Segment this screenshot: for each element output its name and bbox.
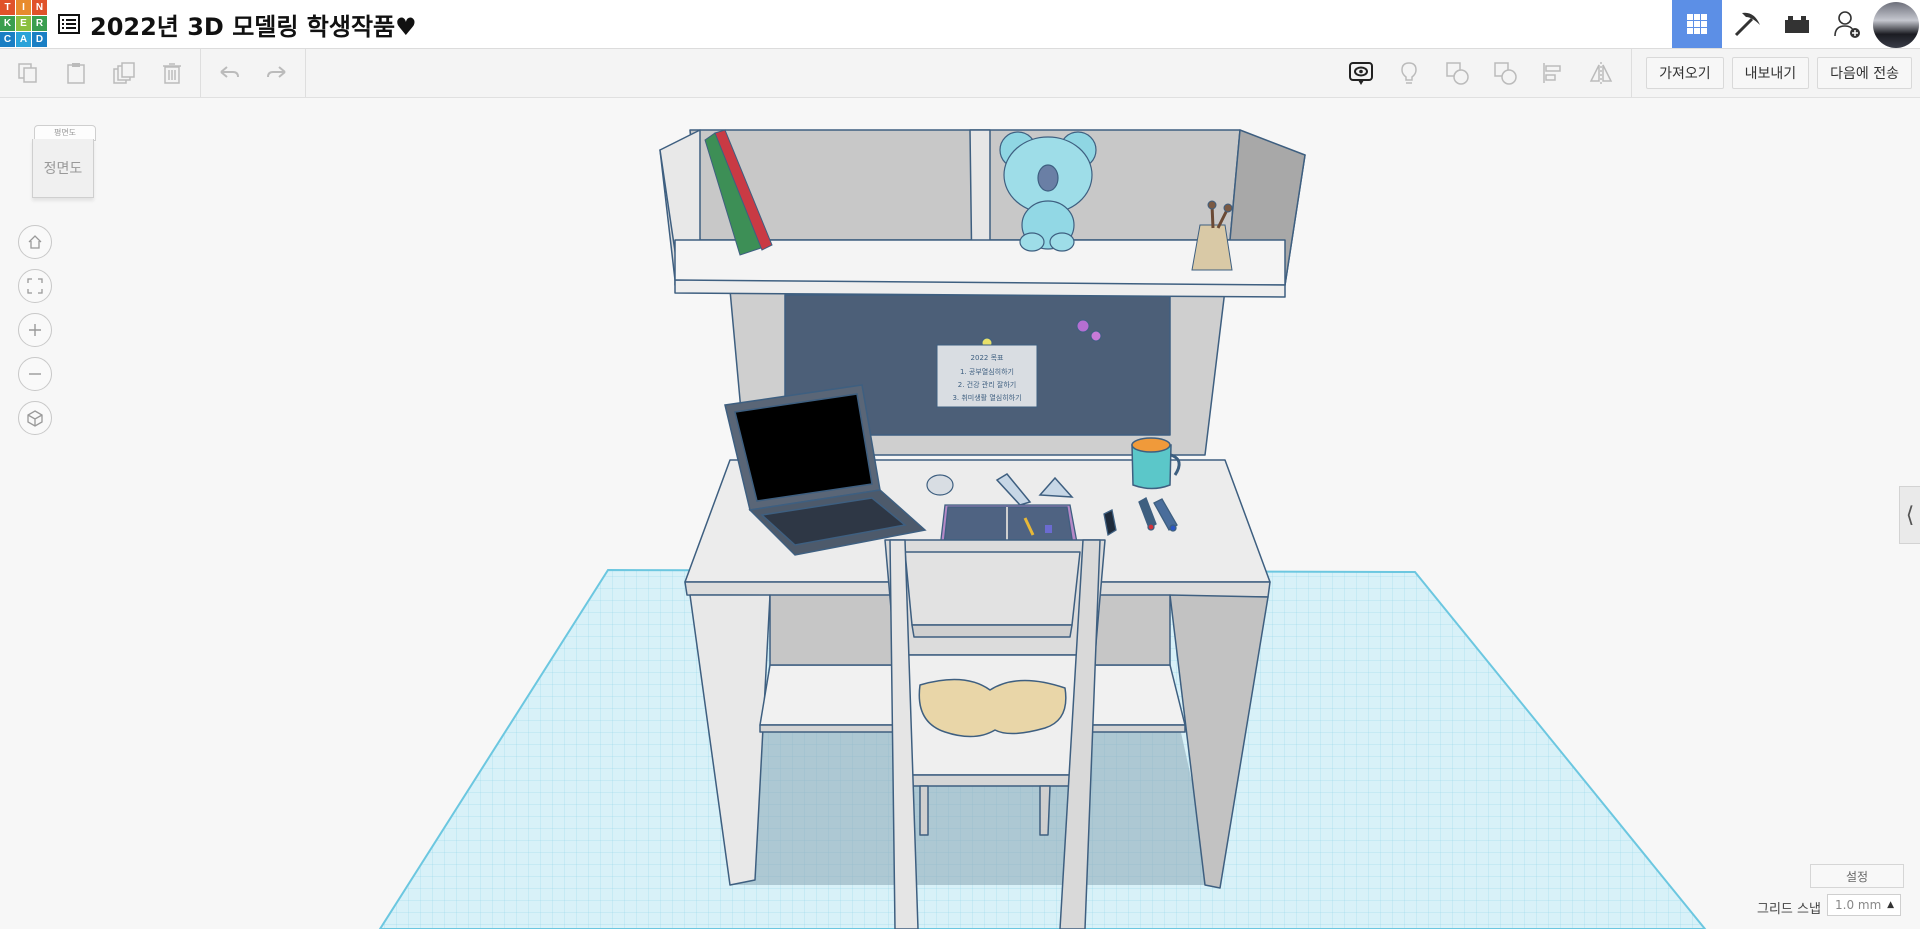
grid-snap-value: 1.0 mm [1835, 898, 1882, 912]
note-line: 1. 공부열심히하기 [960, 367, 1014, 376]
bricks-icon[interactable] [1772, 0, 1822, 48]
send-to-button[interactable]: 다음에 전송 [1817, 57, 1912, 89]
history-group [201, 49, 306, 97]
export-button[interactable]: 내보내기 [1731, 57, 1810, 89]
top-bar: T I N K E R C A D 2022년 3D 모델링 학생작품♥ [0, 0, 1920, 49]
note-card[interactable]: 2022 목표 1. 공부열심히하기 2. 건강 관리 잘하기 3. 취미생활 … [936, 344, 1038, 408]
note-line: 2022 목표 [971, 354, 1004, 362]
settings-button[interactable]: 설정 [1810, 864, 1904, 888]
grid-view-icon[interactable] [1672, 0, 1722, 48]
toolbar-right: 가져오기 내보내기 다음에 전송 [1337, 49, 1912, 97]
logo-letter: C [0, 32, 15, 47]
mirror-icon[interactable] [1577, 49, 1625, 97]
pin-purple-2[interactable] [1090, 330, 1102, 342]
align-icon[interactable] [1529, 49, 1577, 97]
edit-toolbar: 가져오기 내보내기 다음에 전송 [0, 49, 1920, 98]
note-line: 2. 건강 관리 잘하기 [958, 380, 1016, 389]
pin-purple[interactable] [1076, 319, 1090, 333]
logo-letter: R [32, 16, 47, 31]
logo-letter: N [32, 0, 47, 15]
top-right-controls [1672, 0, 1920, 48]
list-icon[interactable] [58, 13, 80, 35]
clipboard-group [0, 49, 201, 97]
duplicate-icon[interactable] [100, 49, 148, 97]
logo-letter: K [0, 16, 15, 31]
mouse-model[interactable] [926, 474, 954, 496]
copy-icon[interactable] [4, 49, 52, 97]
delete-icon[interactable] [148, 49, 196, 97]
avatar-image [1873, 1, 1919, 48]
logo-letter: I [16, 0, 31, 15]
redo-icon[interactable] [253, 49, 301, 97]
panel-collapse-icon[interactable]: ⟨ [1899, 486, 1920, 544]
pickaxe-icon[interactable] [1722, 0, 1772, 48]
logo-letter: T [0, 0, 15, 15]
caret-up-icon: ▲ [1887, 900, 1894, 910]
group-icon[interactable] [1433, 49, 1481, 97]
ungroup-icon[interactable] [1481, 49, 1529, 97]
paste-icon[interactable] [52, 49, 100, 97]
lightbulb-icon[interactable] [1385, 49, 1433, 97]
workplane-scene[interactable]: 2022 목표 1. 공부열심히하기 2. 건강 관리 잘하기 3. 취미생활 … [0, 97, 1920, 929]
toolbar-left [0, 49, 306, 97]
toolbar-separator [1631, 49, 1633, 97]
grid-snap-select[interactable]: 1.0 mm ▲ [1827, 894, 1901, 916]
notes-icon[interactable] [1337, 49, 1385, 97]
add-user-icon[interactable] [1822, 0, 1872, 48]
logo-letter: A [16, 32, 31, 47]
undo-icon[interactable] [205, 49, 253, 97]
logo-letter: E [16, 16, 31, 31]
import-button[interactable]: 가져오기 [1646, 57, 1724, 89]
note-line: 3. 취미생활 열심히하기 [952, 393, 1021, 402]
title-area: 2022년 3D 모델링 학생작품♥ [58, 6, 417, 42]
tinkercad-logo[interactable]: T I N K E R C A D [0, 0, 47, 47]
design-title[interactable]: 2022년 3D 모델링 학생작품♥ [90, 7, 417, 42]
logo-letter: D [32, 32, 47, 47]
avatar[interactable] [1872, 0, 1920, 48]
grid-snap-label: 그리드 스냅 [1757, 902, 1821, 917]
